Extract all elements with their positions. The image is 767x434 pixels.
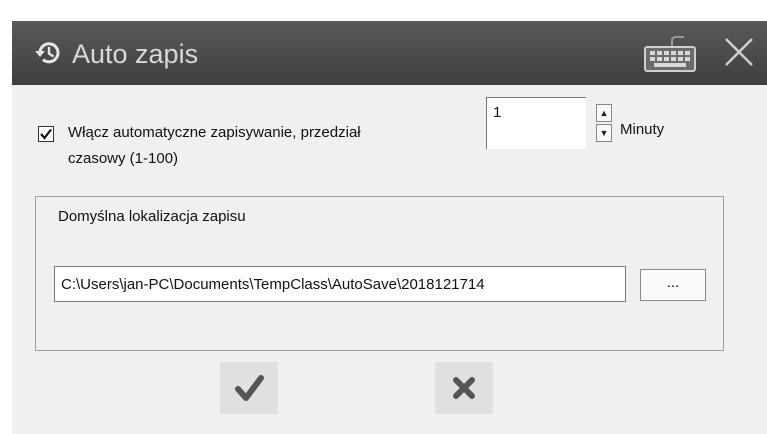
checkmark-small-icon <box>40 128 52 140</box>
autosave-label: Włącz automatyczne zapisywanie, przedzia… <box>68 120 398 172</box>
save-location-title: Domyślna lokalizacja zapisu <box>54 207 250 227</box>
cancel-button[interactable] <box>435 362 493 414</box>
autosave-label-line2: czasowy (1-100) <box>68 150 179 167</box>
ok-button[interactable] <box>220 362 278 414</box>
interval-increment-button[interactable]: ▲ <box>596 104 612 122</box>
interval-decrement-button[interactable]: ▼ <box>596 124 612 142</box>
browse-button[interactable]: ... <box>640 269 706 301</box>
checkmark-icon <box>235 375 264 401</box>
title-bar: Auto zapis <box>12 21 767 85</box>
interval-field[interactable] <box>486 97 586 149</box>
dialog-title: Auto zapis <box>72 39 199 69</box>
history-icon <box>35 42 60 64</box>
autosave-label-line1: Włącz automatyczne zapisywanie, przedzia… <box>68 124 361 141</box>
interval-input[interactable] <box>493 102 573 122</box>
x-mark-icon <box>453 377 475 399</box>
close-icon[interactable] <box>722 35 756 69</box>
interval-unit-label: Minuty <box>620 121 665 138</box>
save-path-input[interactable] <box>61 274 625 294</box>
autosave-checkbox[interactable] <box>38 126 54 142</box>
save-path-field[interactable] <box>54 266 626 302</box>
keyboard-icon[interactable] <box>642 33 698 75</box>
